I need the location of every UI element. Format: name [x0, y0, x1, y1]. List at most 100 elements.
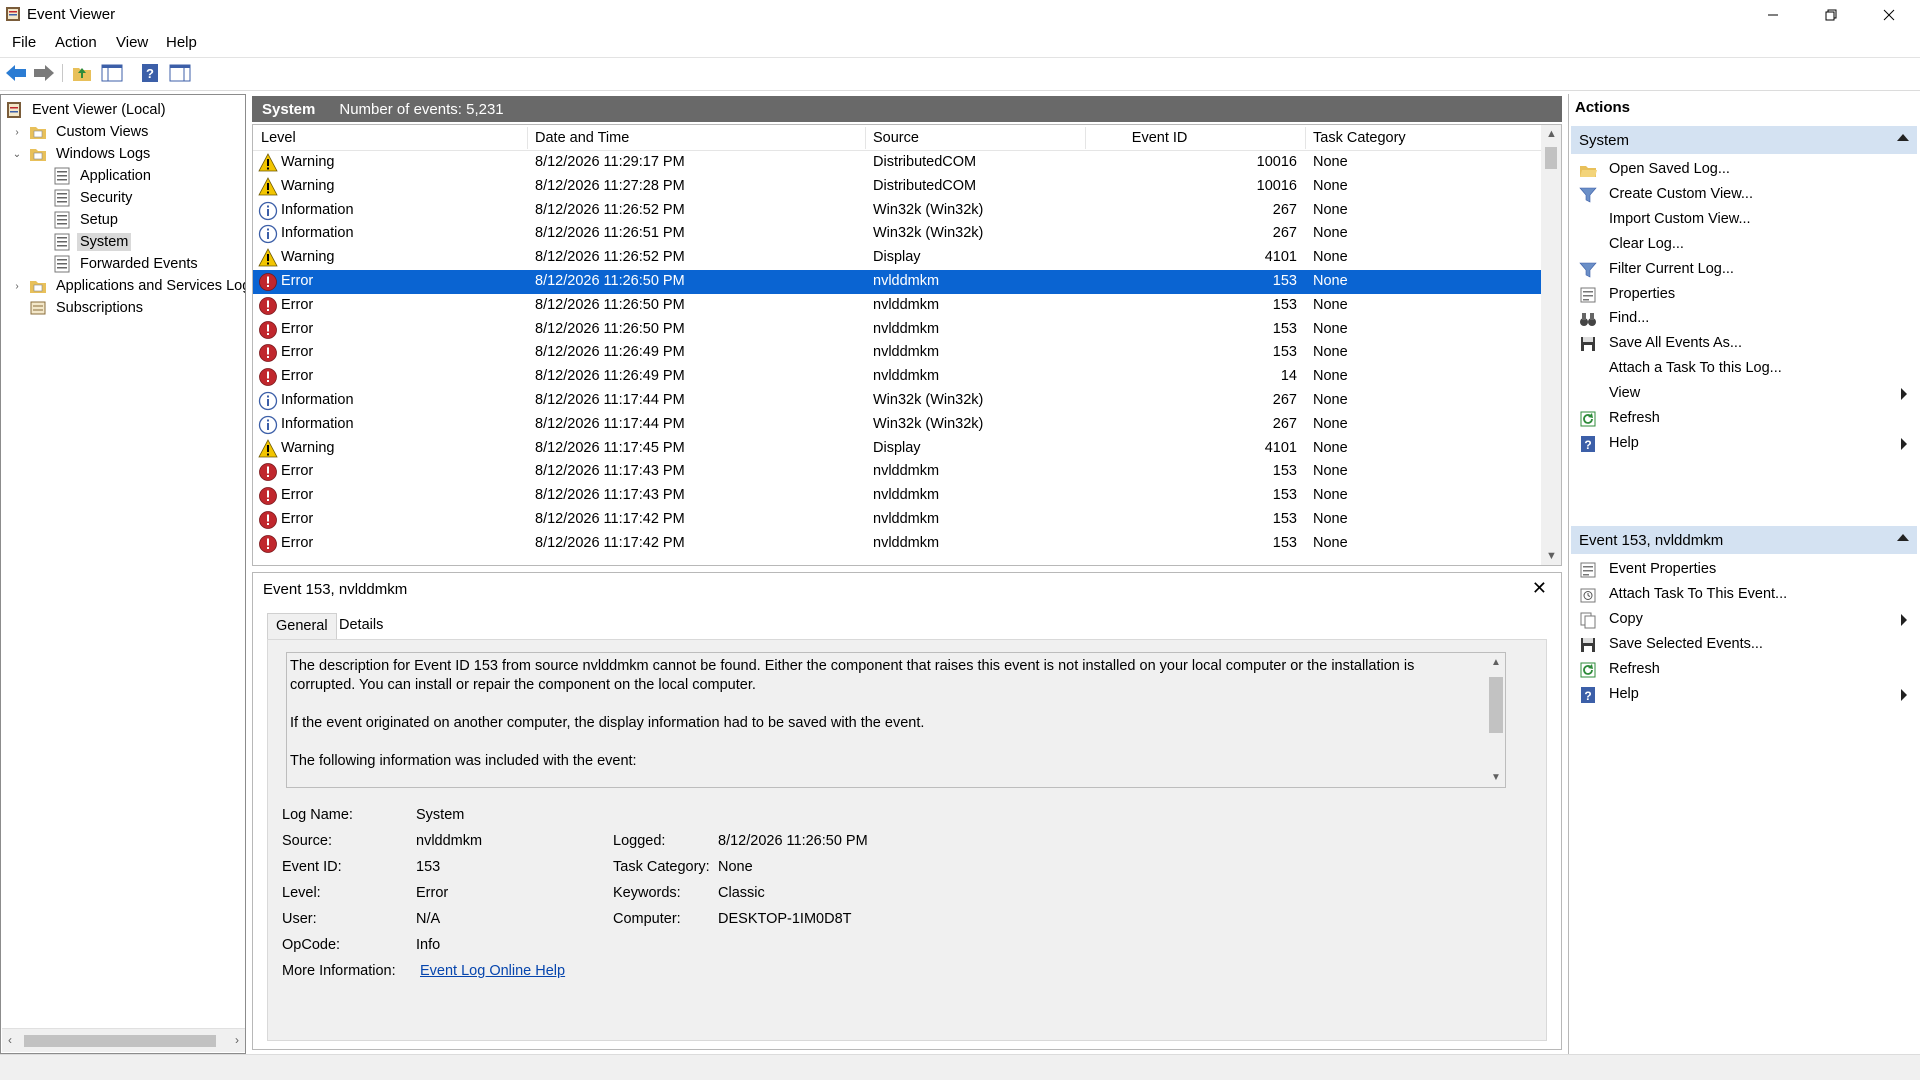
event-list[interactable]: Level Date and Time Source Event ID Task…	[252, 124, 1562, 566]
event-row[interactable]: Warning 8/12/2026 11:27:28 PM DistributedC…	[253, 175, 1541, 199]
event-row[interactable]: Error 8/12/2026 11:26:50 PM nvlddmkm 153 Non…	[253, 294, 1541, 318]
scroll-up-icon[interactable]: ▲	[1546, 128, 1557, 140]
event-log-online-help-link[interactable]: Event Log Online Help	[420, 963, 565, 979]
tree-item-applications-and-services-logs[interactable]: › Applications and Services Logs	[11, 275, 245, 297]
console-tree[interactable]: Event Viewer (Local) › Custom Views ⌄ Wi…	[0, 94, 246, 1054]
action-create-custom-view[interactable]: Create Custom View...	[1571, 181, 1917, 209]
column-separator[interactable]	[865, 127, 866, 149]
action-attach-task-to-this-event[interactable]: Attach Task To This Event...	[1571, 581, 1917, 609]
actions-title: Actions	[1575, 99, 1631, 116]
tree-item-application[interactable]: Application	[53, 165, 154, 187]
tree-item-subscriptions[interactable]: Subscriptions	[29, 297, 146, 319]
cell-event-id: 153	[1272, 510, 1297, 527]
tree-item-setup[interactable]: Setup	[53, 209, 121, 231]
tree-item-security[interactable]: Security	[53, 187, 135, 209]
column-separator[interactable]	[1305, 127, 1306, 149]
event-row[interactable]: Error 8/12/2026 11:17:43 PM nvlddmkm 153 Non…	[253, 484, 1541, 508]
actions-section-system[interactable]: System	[1571, 126, 1917, 154]
scroll-down-icon[interactable]: ▼	[1491, 772, 1501, 783]
cell-level: Warning	[281, 439, 335, 456]
scrollbar-thumb[interactable]	[1545, 147, 1557, 169]
action-save-selected-events[interactable]: Save Selected Events...	[1571, 631, 1917, 659]
event-row[interactable]: Error 8/12/2026 11:26:50 PM nvlddmkm 153 Non…	[253, 318, 1541, 342]
event-row[interactable]: Information 8/12/2026 11:17:44 PM Win32k (…	[253, 413, 1541, 437]
action-copy[interactable]: Copy	[1571, 606, 1917, 634]
event-row[interactable]: Information 8/12/2026 11:26:51 PM Win32k (…	[253, 222, 1541, 246]
properties-icon	[1580, 562, 1596, 578]
tree-item-windows-logs[interactable]: ⌄ Windows Logs	[11, 143, 153, 165]
show-hide-action-pane-button[interactable]	[168, 61, 192, 85]
tree-item-system[interactable]: System	[53, 231, 132, 253]
warning-icon	[258, 438, 278, 457]
event-row[interactable]: Error 8/12/2026 11:26:49 PM nvlddmkm 14 None	[253, 365, 1541, 389]
up-one-level-button[interactable]	[70, 61, 94, 85]
action-clear-log[interactable]: Clear Log...	[1571, 231, 1917, 259]
back-button[interactable]	[4, 61, 28, 85]
cell-task-category: None	[1313, 391, 1348, 408]
expand-chevron-icon[interactable]: ›	[11, 281, 23, 292]
close-window-button[interactable]	[1860, 0, 1918, 30]
action-import-custom-view[interactable]: Import Custom View...	[1571, 206, 1917, 234]
column-header-level[interactable]: Level	[261, 130, 296, 146]
tree-horizontal-scrollbar[interactable]: ‹ ›	[2, 1028, 245, 1052]
description-scrollbar[interactable]: ▲ ▼	[1485, 653, 1505, 787]
show-hide-console-tree-button[interactable]	[100, 61, 124, 85]
scroll-up-icon[interactable]: ▲	[1491, 657, 1501, 668]
action-filter-current-log[interactable]: Filter Current Log...	[1571, 256, 1917, 284]
action-find[interactable]: Find...	[1571, 305, 1917, 333]
action-view[interactable]: View	[1571, 380, 1917, 408]
menu-view[interactable]: View	[116, 34, 148, 51]
tree-item-custom-views[interactable]: › Custom Views	[11, 121, 151, 143]
column-header-task-category[interactable]: Task Category	[1313, 130, 1406, 146]
menu-file[interactable]: File	[12, 34, 36, 51]
collapse-arrow-icon[interactable]	[1897, 134, 1909, 141]
action-open-saved-log[interactable]: Open Saved Log...	[1571, 156, 1917, 184]
collapse-arrow-icon[interactable]	[1897, 534, 1909, 541]
action-event-properties[interactable]: Event Properties	[1571, 556, 1917, 584]
action-help[interactable]: ? Help	[1571, 681, 1917, 709]
tab-general[interactable]: General	[267, 613, 337, 639]
column-separator[interactable]	[527, 127, 528, 149]
menu-action[interactable]: Action	[55, 34, 97, 51]
event-list-vertical-scrollbar[interactable]: ▲ ▼	[1541, 125, 1561, 565]
close-detail-icon[interactable]: ✕	[1532, 578, 1547, 599]
event-row[interactable]: Error 8/12/2026 11:17:42 PM nvlddmkm 153 Non…	[253, 532, 1541, 556]
event-row[interactable]: Warning 8/12/2026 11:26:52 PM Display 4101 N…	[253, 246, 1541, 270]
tree-item-forwarded-events[interactable]: Forwarded Events	[53, 253, 201, 275]
event-row[interactable]: Information 8/12/2026 11:26:52 PM Win32k (…	[253, 199, 1541, 223]
restore-button[interactable]	[1802, 0, 1860, 30]
menu-help[interactable]: Help	[166, 34, 197, 51]
collapse-chevron-icon[interactable]: ⌄	[11, 149, 23, 160]
forward-button[interactable]	[32, 61, 56, 85]
scrollbar-thumb[interactable]	[1489, 677, 1503, 733]
scrollbar-thumb[interactable]	[24, 1035, 216, 1047]
minimize-button[interactable]	[1744, 0, 1802, 30]
column-header-date-time[interactable]: Date and Time	[535, 130, 629, 146]
help-toolbar-button[interactable]: ?	[138, 61, 162, 85]
information-icon	[258, 415, 278, 434]
column-separator[interactable]	[1085, 127, 1086, 149]
event-row[interactable]: Warning 8/12/2026 11:17:45 PM Display 4101 N…	[253, 437, 1541, 461]
column-header-source[interactable]: Source	[873, 130, 919, 146]
event-description[interactable]: The description for Event ID 153 from so…	[286, 652, 1506, 788]
action-attach-a-task-to-this-log[interactable]: Attach a Task To this Log...	[1571, 355, 1917, 383]
event-row[interactable]: Error 8/12/2026 11:17:42 PM nvlddmkm 153 Non…	[253, 508, 1541, 532]
event-row[interactable]: Error 8/12/2026 11:26:49 PM nvlddmkm 153 Non…	[253, 341, 1541, 365]
action-save-all-events-as[interactable]: Save All Events As...	[1571, 330, 1917, 358]
tree-item-event-viewer-local[interactable]: Event Viewer (Local)	[5, 99, 169, 121]
action-refresh[interactable]: Refresh	[1571, 405, 1917, 433]
action-properties[interactable]: Properties	[1571, 281, 1917, 309]
cell-event-id: 267	[1272, 225, 1297, 242]
scroll-right-icon[interactable]: ›	[235, 1033, 239, 1047]
scroll-left-icon[interactable]: ‹	[8, 1033, 12, 1047]
action-help[interactable]: ? Help	[1571, 430, 1917, 458]
expand-chevron-icon[interactable]: ›	[11, 127, 23, 138]
tab-details[interactable]: Details	[331, 613, 391, 639]
event-row[interactable]: Error 8/12/2026 11:26:50 PM nvlddmkm 153 Non…	[253, 269, 1541, 294]
event-row[interactable]: Information 8/12/2026 11:17:44 PM Win32k (…	[253, 389, 1541, 413]
event-row[interactable]: Warning 8/12/2026 11:29:17 PM DistributedC…	[253, 151, 1541, 175]
event-row[interactable]: Error 8/12/2026 11:17:43 PM nvlddmkm 153 Non…	[253, 460, 1541, 484]
action-refresh[interactable]: Refresh	[1571, 656, 1917, 684]
scroll-down-icon[interactable]: ▼	[1546, 550, 1557, 562]
actions-section-event[interactable]: Event 153, nvlddmkm	[1571, 526, 1917, 554]
